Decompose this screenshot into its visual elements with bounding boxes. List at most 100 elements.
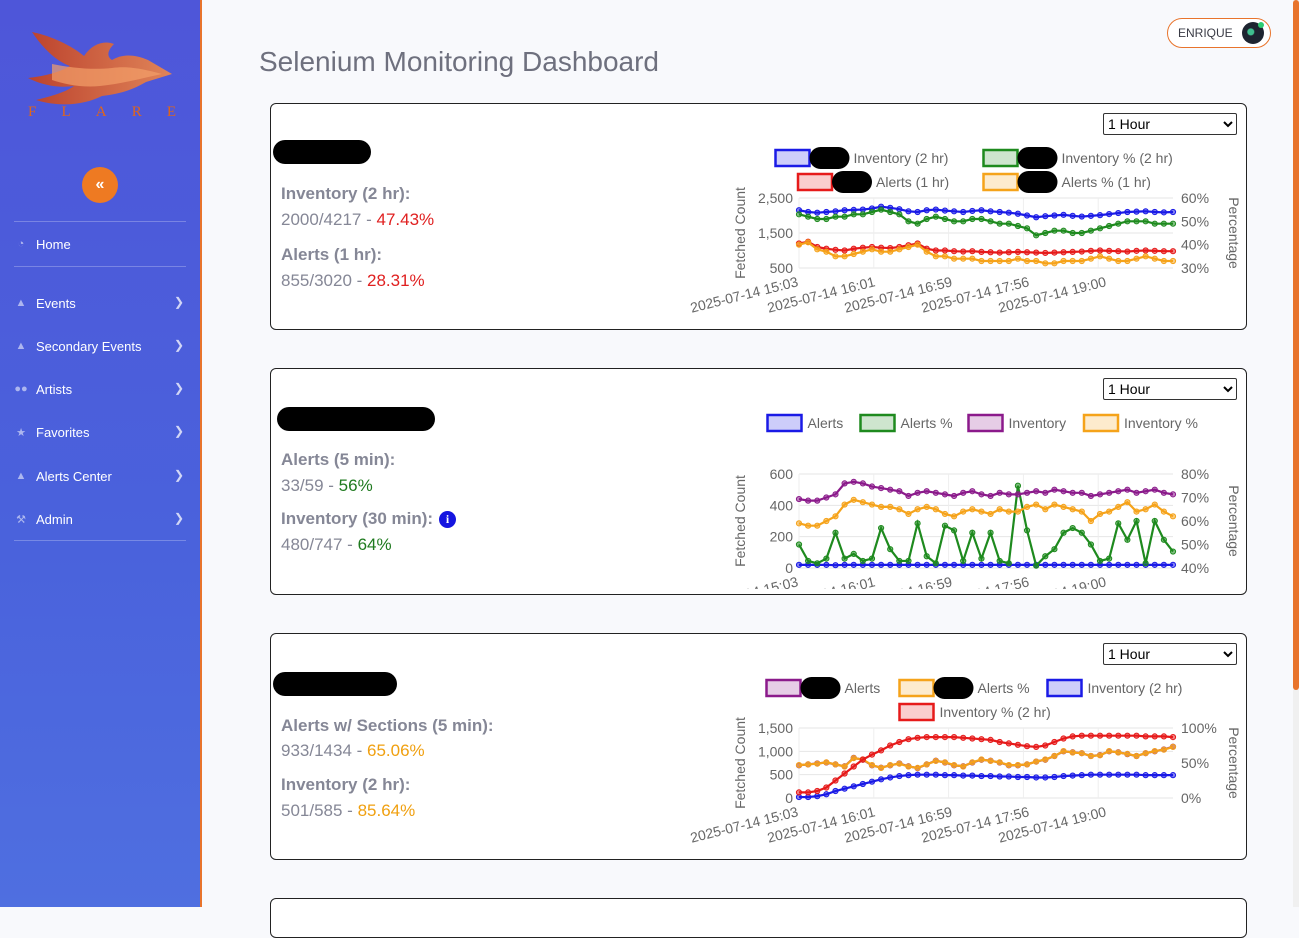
data-point (1125, 562, 1130, 567)
data-point (1052, 502, 1057, 507)
data-point (1015, 492, 1020, 497)
stat-label: Alerts (5 min): (281, 450, 395, 470)
data-point (933, 561, 938, 566)
y-tick-label: 1,500 (758, 720, 793, 736)
data-point (1024, 562, 1029, 567)
y-tick-label: 400 (770, 497, 794, 513)
sidebar-item-admin[interactable]: ⚒ Admin ❯ (14, 507, 186, 531)
redacted-name (273, 672, 397, 696)
scrollbar-thumb[interactable] (1293, 0, 1299, 690)
y2-axis-title: Percentage (1226, 727, 1241, 799)
data-point (869, 779, 874, 784)
data-point (1052, 228, 1057, 233)
data-point (796, 496, 801, 501)
data-point (988, 530, 993, 535)
data-point (860, 212, 865, 217)
data-point (961, 256, 966, 261)
y2-tick-label: 40% (1181, 237, 1209, 253)
data-point (979, 556, 984, 561)
data-point (796, 542, 801, 547)
data-point (970, 773, 975, 778)
sidebar-item-artists[interactable]: ●● Artists ❯ (14, 377, 186, 401)
data-point (1043, 757, 1048, 762)
data-point (1006, 561, 1011, 566)
data-point (1088, 518, 1093, 523)
stat-count: 480/747 (281, 535, 342, 554)
sidebar-toggle-button[interactable]: « (82, 167, 118, 203)
info-icon[interactable]: i (439, 511, 456, 528)
legend-redaction (810, 147, 850, 169)
time-range-select[interactable]: 1 Hour (1103, 643, 1237, 665)
legend-label: Inventory (2 hr) (854, 150, 949, 166)
data-point (897, 212, 902, 217)
sidebar-item-secondary-events[interactable]: ▲ Secondary Events ❯ (14, 334, 186, 358)
data-point (1116, 521, 1121, 526)
data-point (997, 507, 1002, 512)
data-point (1061, 736, 1066, 741)
data-point (1134, 248, 1139, 253)
data-point (860, 481, 865, 486)
data-point (833, 563, 838, 568)
monitor-card: Inventory (2 hr): 2000/4217 - 47.43% Ale… (270, 103, 1247, 330)
legend-label: Inventory % (2 hr) (940, 704, 1051, 720)
logo-text: FLARE (28, 104, 178, 121)
sidebar-item-favorites[interactable]: ★ Favorites ❯ (14, 420, 186, 444)
data-point (815, 761, 820, 766)
sidebar-item-alerts-center[interactable]: ▲ Alerts Center ❯ (14, 464, 186, 488)
data-point (942, 248, 947, 253)
data-point (1079, 214, 1084, 219)
data-point (815, 247, 820, 252)
legend-swatch (900, 704, 934, 720)
data-point (1107, 212, 1112, 217)
data-point (878, 525, 883, 530)
data-point (961, 209, 966, 214)
data-point (1161, 221, 1166, 226)
data-point (1161, 249, 1166, 254)
data-point (815, 794, 820, 799)
user-menu-button[interactable]: ENRIQUE (1167, 18, 1271, 48)
sidebar-item-label: Favorites (36, 425, 89, 440)
scrollbar[interactable] (1293, 0, 1299, 907)
data-point (997, 250, 1002, 255)
data-point (1161, 537, 1166, 542)
monitor-card: Alerts (5 min): 33/59 - 56% Inventory (3… (270, 368, 1247, 595)
time-range-select[interactable]: 1 Hour (1103, 378, 1237, 400)
legend-swatch (1084, 415, 1118, 431)
stat-percent: 65.06% (367, 741, 425, 760)
data-point (961, 490, 966, 495)
data-point (1015, 256, 1020, 261)
data-point (933, 507, 938, 512)
data-point (1024, 504, 1029, 509)
data-point (1034, 759, 1039, 764)
data-point (1107, 556, 1112, 561)
data-point (1170, 514, 1175, 519)
data-point (888, 562, 893, 567)
data-point (1034, 258, 1039, 263)
data-point (869, 502, 874, 507)
data-point (942, 511, 947, 516)
data-point (860, 249, 865, 254)
sidebar-item-events[interactable]: ▲ Events ❯ (14, 291, 186, 315)
data-point (1134, 518, 1139, 523)
data-point (1024, 774, 1029, 779)
data-point (906, 511, 911, 516)
data-point (915, 735, 920, 740)
data-point (906, 493, 911, 498)
data-point (961, 764, 966, 769)
data-point (1116, 221, 1121, 226)
time-range-select[interactable]: 1 Hour (1103, 113, 1237, 135)
data-point (824, 760, 829, 765)
data-point (1024, 762, 1029, 767)
data-point (951, 493, 956, 498)
data-point (1061, 530, 1066, 535)
stat-value: 933/1434 - 65.06% (281, 741, 425, 761)
data-point (1006, 741, 1011, 746)
sidebar-item-label: Artists (36, 382, 72, 397)
data-point (988, 511, 993, 516)
y2-tick-label: 40% (1181, 560, 1209, 576)
data-point (897, 739, 902, 744)
data-point (906, 558, 911, 563)
sidebar-item-home[interactable]: ◔ Home (14, 232, 186, 256)
data-point (970, 507, 975, 512)
data-point (1097, 733, 1102, 738)
